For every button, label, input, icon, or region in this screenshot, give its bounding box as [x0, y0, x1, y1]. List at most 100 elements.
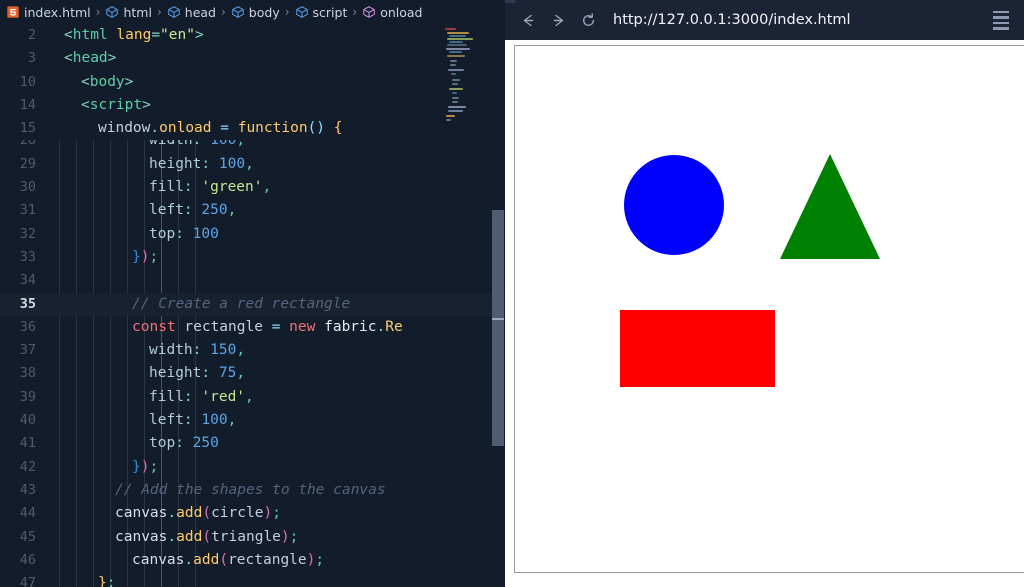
canvas-shape-triangle[interactable] — [780, 154, 880, 259]
code-line[interactable]: 30 fill: 'green', — [0, 176, 505, 199]
hamburger-line — [993, 21, 1009, 24]
breadcrumb-item-index-html[interactable]: index.html — [6, 5, 91, 20]
line-number: 43 — [19, 481, 36, 498]
code-token: . — [184, 551, 194, 568]
breadcrumb[interactable]: index.html › html › head › body › script › onload — [0, 0, 505, 24]
code-line[interactable]: 36 const rectangle = new fabric.Re — [0, 316, 505, 339]
code-area[interactable]: 2 <html lang="en"> 3 <head> 10 <body> 14 <scrip… — [0, 24, 505, 587]
forward-button[interactable] — [543, 5, 573, 35]
browser-toolbar: http://127.0.0.1:3000/index.html — [505, 0, 1024, 40]
code-token: ) — [263, 505, 273, 522]
code-line-text: // Create a red rectangle — [47, 293, 505, 316]
code-line[interactable]: 15 window.onload = function() { — [0, 117, 505, 140]
editor-scrollbar-thumb[interactable] — [492, 210, 504, 446]
minimap[interactable] — [443, 24, 483, 124]
breadcrumb-item-body[interactable]: body — [231, 5, 280, 20]
hamburger-line — [993, 10, 1009, 13]
code-line-text: <body> — [47, 71, 505, 94]
code-token: triangle — [211, 528, 281, 545]
breadcrumb-item-onload[interactable]: onload — [362, 5, 422, 20]
code-line[interactable]: 10 <body> — [0, 71, 505, 94]
breadcrumb-item-html[interactable]: html — [105, 5, 152, 20]
address-bar[interactable]: http://127.0.0.1:3000/index.html — [603, 12, 986, 28]
line-number: 45 — [19, 528, 36, 545]
code-line-active[interactable]: 35 // Create a red rectangle — [0, 292, 505, 316]
code-line[interactable]: 3 <head> — [0, 47, 505, 70]
code-line[interactable]: 46 canvas.add(rectangle); — [0, 549, 505, 572]
code-token: 250 — [192, 435, 219, 452]
line-number: 14 — [19, 96, 36, 113]
code-line[interactable]: 41 top: 250 — [0, 432, 505, 455]
code-token: } — [132, 458, 141, 475]
code-token: ( — [219, 551, 229, 568]
editor-scrollbar[interactable] — [491, 24, 505, 587]
code-line[interactable]: 39 fill: 'red', — [0, 386, 505, 409]
code-token: , — [262, 179, 272, 196]
code-token: ; — [289, 528, 299, 545]
code-token: canvas — [115, 505, 168, 522]
code-token: < — [64, 50, 73, 67]
code-lines[interactable]: 28 width: 100, 29 height: 100, 30 fill: 'gree… — [0, 129, 505, 587]
back-button[interactable] — [513, 5, 543, 35]
code-token: 150 — [210, 342, 237, 359]
code-line-text: fill: 'green', — [47, 176, 505, 199]
code-line[interactable]: 33}); — [0, 246, 505, 269]
line-number: 35 — [19, 295, 36, 312]
menu-button[interactable] — [986, 5, 1016, 35]
code-token: . — [150, 120, 160, 137]
html5-file-icon — [7, 6, 19, 18]
code-token: : — [201, 365, 211, 382]
code-line[interactable]: 40 left: 100, — [0, 409, 505, 432]
reload-icon — [582, 12, 594, 26]
code-line[interactable]: 31 left: 250, — [0, 199, 505, 222]
code-token: ; — [149, 458, 159, 475]
line-number: 40 — [19, 412, 36, 429]
code-line-text: canvas.add(circle); — [47, 502, 505, 525]
code-token: 'green' — [201, 179, 263, 196]
code-line-text: window.onload = function() { — [47, 117, 505, 140]
code-token: canvas — [115, 528, 168, 545]
code-line[interactable]: 29 height: 100, — [0, 153, 505, 176]
code-line[interactable]: 42}); — [0, 456, 505, 479]
minimap-line — [447, 38, 473, 40]
code-line[interactable]: 43 // Add the shapes to the canvas — [0, 479, 505, 502]
code-token: . — [376, 318, 386, 335]
code-line[interactable]: 2 <html lang="en"> — [0, 24, 505, 47]
sticky-scroll-lines[interactable]: 2 <html lang="en"> 3 <head> 10 <body> 14 <scrip… — [0, 24, 505, 141]
code-token: R — [385, 318, 394, 335]
reload-button[interactable] — [573, 5, 603, 35]
minimap-line — [452, 83, 458, 85]
code-token: ) — [280, 528, 290, 545]
fabric-canvas[interactable] — [514, 45, 1024, 573]
code-line[interactable]: 34 — [0, 269, 505, 292]
code-line[interactable]: 38 height: 75, — [0, 362, 505, 385]
code-token: () — [307, 120, 326, 137]
canvas-shape-rectangle[interactable] — [620, 310, 775, 387]
code-line[interactable]: 44 canvas.add(circle); — [0, 502, 505, 525]
code-line-text: height: 100, — [47, 153, 505, 176]
minimap-line — [450, 64, 456, 66]
code-line[interactable]: 45 canvas.add(triangle); — [0, 526, 505, 549]
minimap-line — [446, 48, 470, 50]
minimap-line — [449, 88, 463, 90]
canvas-shape-circle[interactable] — [624, 155, 724, 255]
line-number: 44 — [19, 505, 36, 522]
code-token: // Create a red rectangle — [132, 295, 351, 312]
code-line[interactable]: 37 width: 150, — [0, 339, 505, 362]
breadcrumb-separator: › — [284, 5, 290, 19]
breadcrumb-item-script[interactable]: script — [295, 5, 347, 20]
code-line[interactable]: 47}; — [0, 572, 505, 587]
code-token: : — [183, 202, 193, 219]
code-line[interactable]: 14 <script> — [0, 94, 505, 117]
code-line-text: left: 250, — [47, 199, 505, 222]
breadcrumb-item-head[interactable]: head — [167, 5, 216, 20]
code-line[interactable]: 32 top: 100 — [0, 223, 505, 246]
code-token: body — [89, 73, 125, 90]
line-number: 41 — [19, 435, 36, 452]
code-token: new — [289, 318, 316, 335]
